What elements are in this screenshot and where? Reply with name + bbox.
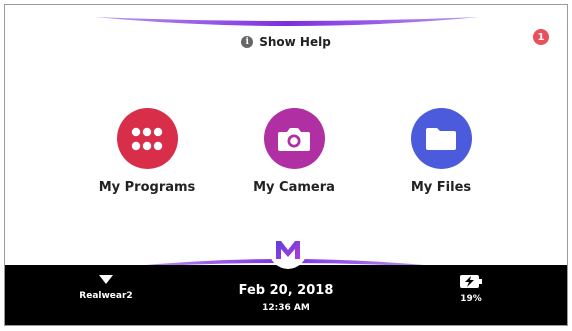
battery-status: 19% <box>441 275 501 304</box>
camera-icon <box>263 108 325 169</box>
app-label: My Programs <box>98 180 196 195</box>
show-help-button[interactable]: i Show Help <box>5 35 567 49</box>
battery-charging-icon <box>460 275 482 288</box>
app-label: My Camera <box>253 180 335 195</box>
app-my-programs[interactable]: My Programs <box>87 108 207 195</box>
top-accent-arc <box>95 17 480 26</box>
app-my-files[interactable]: My Files <box>381 108 501 195</box>
info-icon: i <box>241 36 254 48</box>
folder-icon <box>410 108 472 169</box>
status-bar: Realwear2 Feb 20, 2018 12:36 AM 19% <box>5 265 567 325</box>
realwear-logo <box>269 231 307 269</box>
home-screen: i Show Help 1 My Programs My Camera My F… <box>4 4 568 326</box>
show-help-label: Show Help <box>259 35 331 49</box>
battery-percent: 19% <box>460 294 482 304</box>
time-text: 12:36 AM <box>262 303 310 313</box>
app-label: My Files <box>410 180 472 195</box>
grid-dots-icon <box>116 108 178 169</box>
notification-badge[interactable]: 1 <box>533 29 549 45</box>
app-my-camera[interactable]: My Camera <box>234 108 354 195</box>
